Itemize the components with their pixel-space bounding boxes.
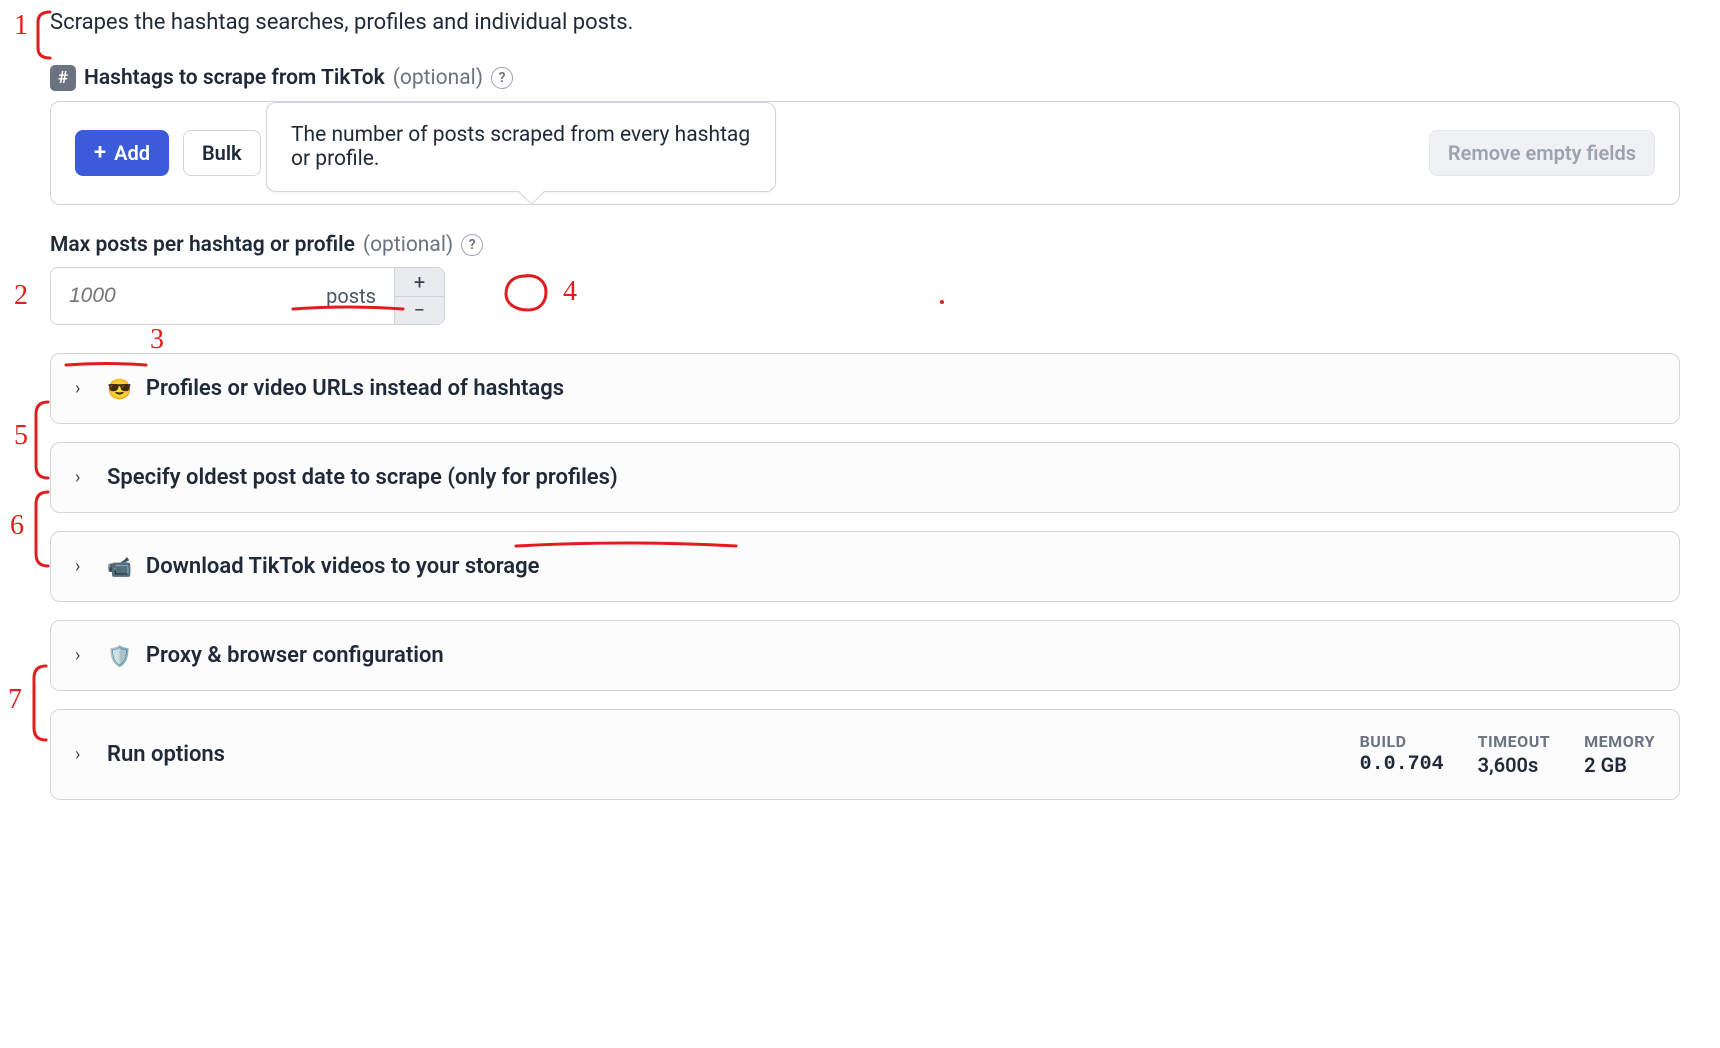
annotation-circle-4 <box>502 272 550 314</box>
section-title: Profiles or video URLs instead of hashta… <box>146 376 564 401</box>
meta-memory: MEMORY 2 GB <box>1584 732 1655 777</box>
help-icon[interactable]: ? <box>491 67 513 89</box>
maxposts-label-row: Max posts per hashtag or profile (option… <box>50 233 1680 257</box>
meta-timeout-value: 3,600s <box>1478 753 1551 777</box>
section-title: Specify oldest post date to scrape (only… <box>107 465 618 490</box>
section-title: Proxy & browser configuration <box>146 643 444 668</box>
maxposts-optional: (optional) <box>363 233 453 257</box>
annotation-1: 1 <box>14 10 28 42</box>
section-download-videos[interactable]: › 📹 Download TikTok videos to your stora… <box>50 531 1680 602</box>
bulk-button-label: Bulk <box>202 141 242 165</box>
meta-timeout: TIMEOUT 3,600s <box>1478 732 1551 777</box>
annotation-bracket-7 <box>32 664 52 742</box>
section-profiles-urls[interactable]: › 😎 Profiles or video URLs instead of ha… <box>50 353 1680 424</box>
annotation-6: 6 <box>10 510 24 542</box>
annotation-3: 3 <box>150 324 164 356</box>
meta-memory-value: 2 GB <box>1584 753 1655 777</box>
chevron-right-icon: › <box>75 556 93 577</box>
chevron-right-icon: › <box>75 645 93 666</box>
hashtags-panel: + Add Bulk Remove empty fields The numbe… <box>50 101 1680 205</box>
annotation-dot <box>940 300 944 304</box>
hashtags-label: Hashtags to scrape from TikTok <box>84 66 385 90</box>
meta-build-label: BUILD <box>1360 732 1444 751</box>
section-oldest-date[interactable]: › Specify oldest post date to scrape (on… <box>50 442 1680 513</box>
maxposts-field: posts + − <box>50 267 445 325</box>
meta-memory-label: MEMORY <box>1584 732 1655 751</box>
hashtags-label-row: # Hashtags to scrape from TikTok (option… <box>50 65 1680 91</box>
sunglasses-icon: 😎 <box>107 377 132 401</box>
page-description: Scrapes the hashtag searches, profiles a… <box>50 10 1680 35</box>
run-options-title: Run options <box>107 742 225 767</box>
run-meta: BUILD 0.0.704 TIMEOUT 3,600s MEMORY 2 GB <box>1360 732 1655 777</box>
chevron-right-icon: › <box>75 744 93 765</box>
chevron-right-icon: › <box>75 378 93 399</box>
stepper-up[interactable]: + <box>395 268 444 297</box>
remove-empty-label: Remove empty fields <box>1448 141 1636 165</box>
tooltip-text: The number of posts scraped from every h… <box>291 123 750 171</box>
stepper-down[interactable]: − <box>395 297 444 325</box>
meta-build: BUILD 0.0.704 <box>1360 732 1444 777</box>
annotation-4: 4 <box>563 276 577 308</box>
section-title: Download TikTok videos to your storage <box>146 554 540 579</box>
chevron-right-icon: › <box>75 467 93 488</box>
section-run-options[interactable]: › Run options BUILD 0.0.704 TIMEOUT 3,60… <box>50 709 1680 800</box>
hash-icon: # <box>50 65 76 91</box>
maxposts-input[interactable] <box>51 268 308 324</box>
annotation-2: 2 <box>14 280 28 312</box>
meta-build-value: 0.0.704 <box>1360 753 1444 776</box>
section-proxy-browser[interactable]: › 🛡️ Proxy & browser configuration <box>50 620 1680 691</box>
remove-empty-button[interactable]: Remove empty fields <box>1429 130 1655 176</box>
annotation-7: 7 <box>8 684 22 716</box>
hashtags-optional: (optional) <box>393 66 483 90</box>
plus-icon: + <box>94 142 106 164</box>
maxposts-label: Max posts per hashtag or profile <box>50 233 355 257</box>
meta-timeout-label: TIMEOUT <box>1478 732 1551 751</box>
shield-icon: 🛡️ <box>107 644 132 668</box>
help-tooltip: The number of posts scraped from every h… <box>266 102 776 192</box>
help-icon[interactable]: ? <box>461 234 483 256</box>
annotation-5: 5 <box>14 420 28 452</box>
add-button[interactable]: + Add <box>75 130 169 176</box>
quantity-stepper: + − <box>394 268 444 324</box>
bulk-button[interactable]: Bulk <box>183 130 261 176</box>
camera-icon: 📹 <box>107 555 132 579</box>
maxposts-unit: posts <box>308 268 394 324</box>
add-button-label: Add <box>114 141 150 165</box>
